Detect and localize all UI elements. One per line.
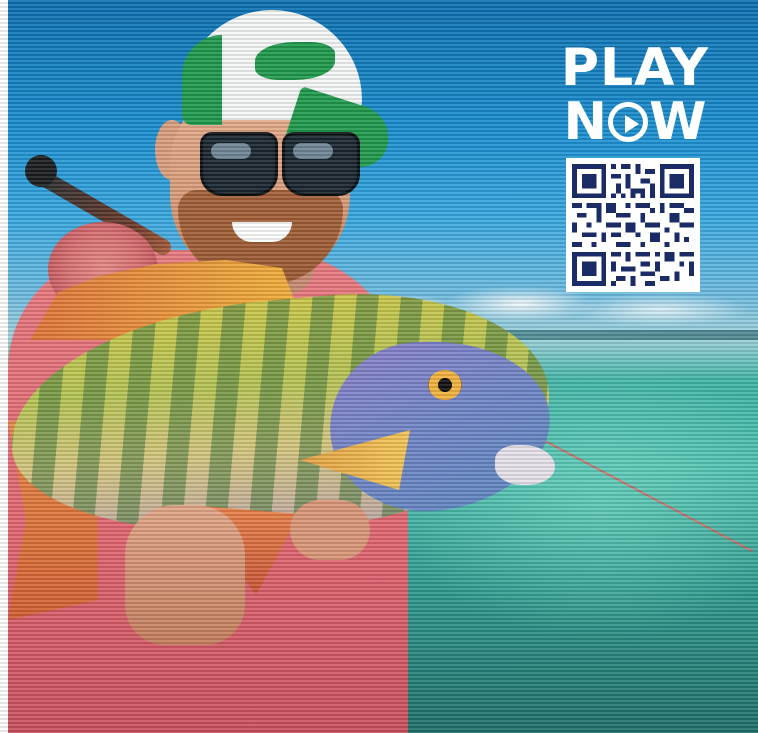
rod-butt <box>25 155 57 187</box>
sunglasses-right-lens <box>282 132 360 196</box>
cap-side-panel <box>182 35 222 125</box>
angler-hand-left <box>125 505 245 645</box>
play-label: PLAY <box>560 38 710 98</box>
now-prefix: N <box>563 92 608 152</box>
play-circle-icon <box>608 102 649 142</box>
play-now-logo[interactable]: PLAY N W <box>560 42 710 148</box>
angler-hand-right <box>290 500 370 560</box>
qr-code[interactable] <box>566 158 700 292</box>
sunglasses-left-lens <box>200 132 278 196</box>
ad-canvas: PLAY N W <box>0 0 758 733</box>
now-row: N W <box>560 96 710 148</box>
cap-fish-logo <box>255 42 335 80</box>
fish-mouth <box>495 445 555 485</box>
qr-code-graphic <box>572 164 694 286</box>
fish-eye <box>428 370 462 400</box>
now-suffix: W <box>649 92 707 152</box>
left-border <box>0 0 8 733</box>
